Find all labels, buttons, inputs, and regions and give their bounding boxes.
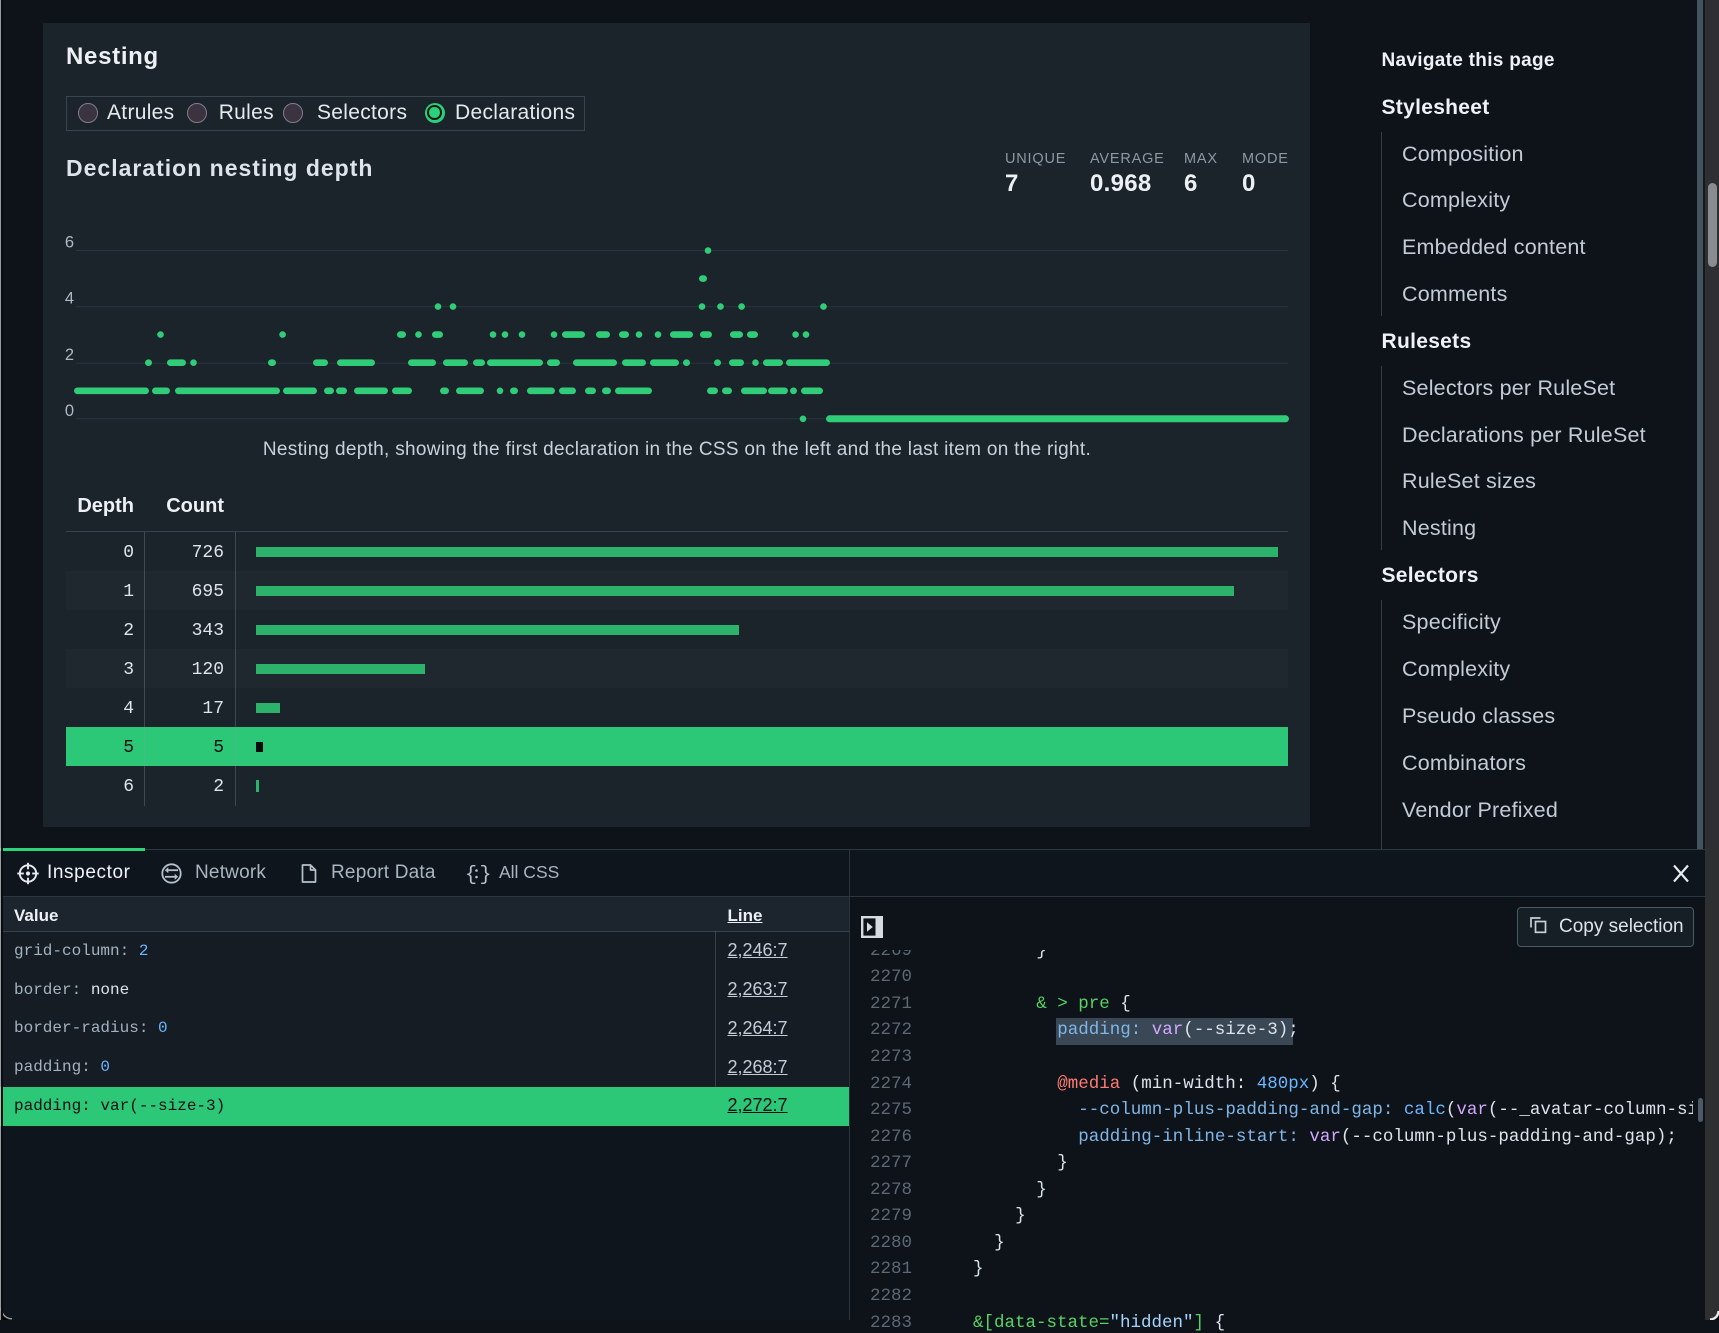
svg-text:6: 6 (65, 234, 74, 252)
svg-text:{}: {} (465, 864, 494, 887)
svg-text:0: 0 (65, 402, 74, 420)
svg-text:4: 4 (65, 290, 74, 308)
svg-text:2: 2 (65, 346, 74, 364)
